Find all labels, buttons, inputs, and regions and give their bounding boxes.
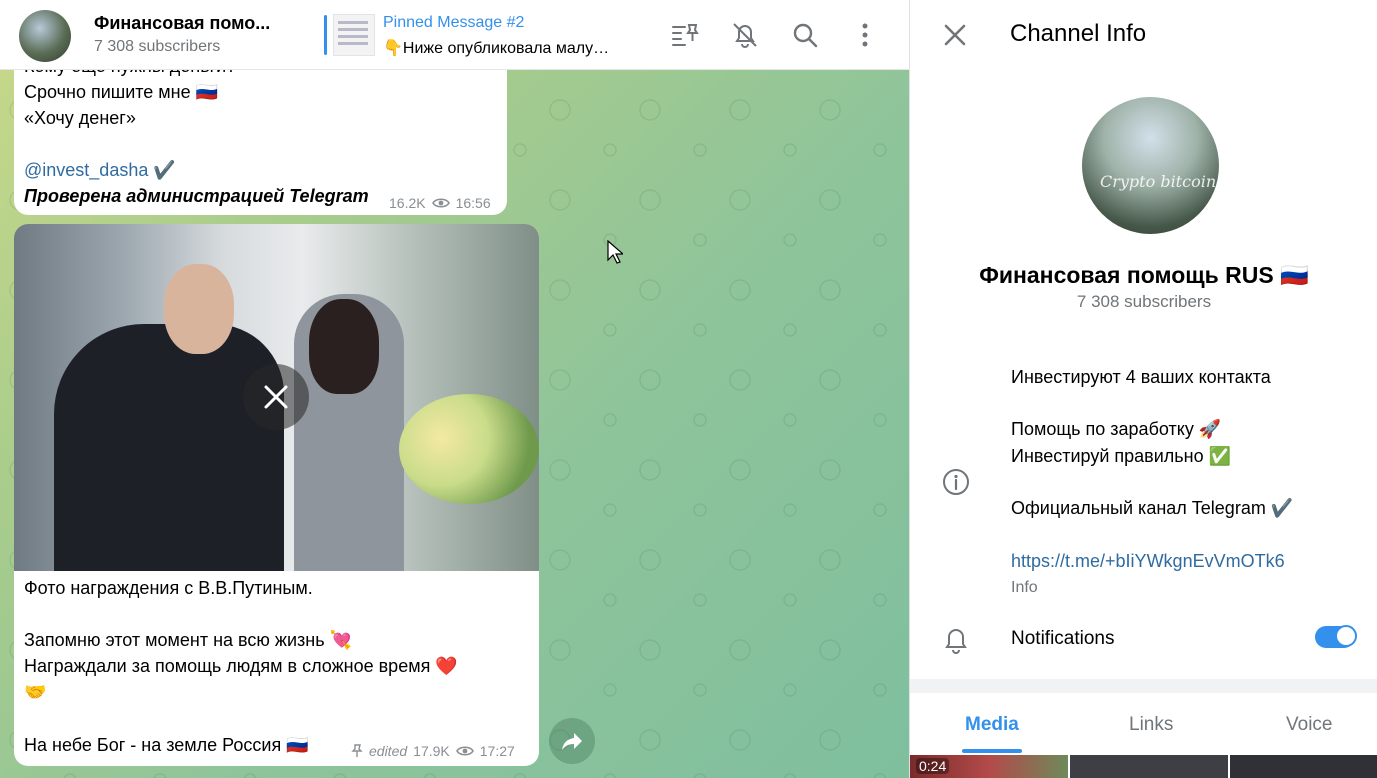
media-thumbnail[interactable]	[1070, 755, 1228, 778]
caption-line: 🤝	[24, 682, 47, 702]
pinned-thumbnail[interactable]	[333, 14, 375, 56]
caption-line: Фото награждения с В.В.Путиным.	[24, 578, 313, 598]
mention-link[interactable]: @invest_dasha	[24, 160, 148, 180]
panel-title: Channel Info	[1010, 20, 1147, 47]
more-icon	[862, 23, 868, 47]
search-button[interactable]	[789, 19, 821, 51]
channel-info-panel: Channel Info Crypto bitcoin Финансовая п…	[909, 0, 1377, 778]
check-mark: ✔️	[153, 160, 176, 180]
close-icon	[944, 24, 966, 46]
video-duration: 0:24	[916, 758, 950, 774]
tab-voice[interactable]: Voice	[1286, 714, 1332, 736]
chat-area: Кому еще нужны деньги? Срочно пишите мне…	[0, 0, 909, 778]
search-icon	[793, 23, 818, 48]
view-count: 16.2K	[389, 195, 426, 211]
channel-name: Финансовая помощь RUS 🇷🇺	[979, 262, 1309, 288]
info-label: Info	[1011, 579, 1038, 596]
message-line: Срочно пишите мне 🇷🇺	[24, 82, 219, 102]
caption-line: На небе Бог - на земле Россия 🇷🇺	[24, 735, 309, 755]
invite-link[interactable]: https://t.me/+bIiYWkgnEvVmOTk6	[1011, 551, 1285, 572]
forward-icon	[562, 733, 582, 750]
message-meta: edited 17.9K 17:27	[351, 743, 515, 759]
info-line: Помощь по заработку 🚀	[1011, 419, 1222, 439]
close-icon	[264, 385, 288, 409]
mouse-cursor-icon	[607, 240, 623, 264]
chat-header[interactable]: Финансовая помо... 7 308 subscribers Pin…	[0, 0, 909, 70]
message-photo[interactable]	[14, 224, 539, 571]
forward-button[interactable]	[549, 718, 595, 764]
pinned-message-text[interactable]: 👇Ниже опубликовала малу…	[383, 38, 609, 58]
pinned-message-title[interactable]: Pinned Message #2	[383, 14, 524, 32]
info-line: Инвестируют 4 ваших контакта	[1011, 367, 1271, 387]
message-bubble[interactable]: Кому еще нужны деньги? Срочно пишите мне…	[14, 56, 507, 215]
eye-icon	[431, 198, 450, 208]
photo-message-bubble[interactable]: Фото награждения с В.В.Путиным. Запомню …	[14, 224, 539, 766]
tab-links[interactable]: Links	[1129, 714, 1173, 736]
media-thumbnail[interactable]: 0:24	[910, 755, 1068, 778]
pinned-list-icon	[672, 24, 699, 46]
pinned-indicator	[324, 15, 327, 55]
caption-line: Награждали за помощь людям в сложное вре…	[24, 656, 458, 676]
channel-avatar[interactable]	[19, 10, 71, 62]
pinned-list-button[interactable]	[669, 19, 701, 51]
bell-icon	[942, 625, 970, 660]
channel-avatar-large[interactable]: Crypto bitcoin	[1082, 97, 1219, 234]
notifications-label: Notifications	[1011, 628, 1115, 649]
pin-icon	[351, 744, 363, 757]
verified-line: Проверена администрацией Telegram	[24, 186, 369, 206]
edited-label: edited	[369, 743, 408, 759]
notifications-toggle[interactable]	[1315, 625, 1357, 648]
more-button[interactable]	[849, 19, 881, 51]
info-icon	[942, 468, 970, 501]
view-count: 17.9K	[413, 743, 450, 759]
caption-line: Запомню этот момент на всю жизнь 💘	[24, 630, 352, 650]
message-meta: 16.2K 16:56	[389, 195, 491, 211]
close-panel-button[interactable]	[942, 22, 968, 53]
mute-button[interactable]	[729, 19, 761, 51]
eye-icon	[455, 746, 474, 756]
active-tab-indicator	[962, 749, 1022, 753]
avatar-watermark: Crypto bitcoin	[1100, 172, 1217, 191]
channel-subscribers: 7 308 subscribers	[1076, 292, 1212, 311]
message-time: 16:56	[455, 195, 491, 211]
section-divider	[910, 679, 1377, 693]
info-line: Официальный канал Telegram ✔️	[1011, 498, 1294, 518]
subscriber-count: 7 308 subscribers	[94, 38, 221, 55]
mute-icon	[733, 23, 757, 48]
media-thumbnail[interactable]	[1230, 755, 1377, 778]
message-time: 17:27	[479, 743, 515, 759]
close-media-button[interactable]	[243, 364, 309, 430]
info-line: Инвестируй правильно ✅	[1011, 446, 1232, 466]
channel-title[interactable]: Финансовая помо...	[94, 13, 270, 34]
tab-media[interactable]: Media	[965, 714, 1019, 736]
message-line: @invest_dasha ✔️	[24, 157, 176, 183]
message-line: «Хочу денег»	[24, 108, 136, 128]
